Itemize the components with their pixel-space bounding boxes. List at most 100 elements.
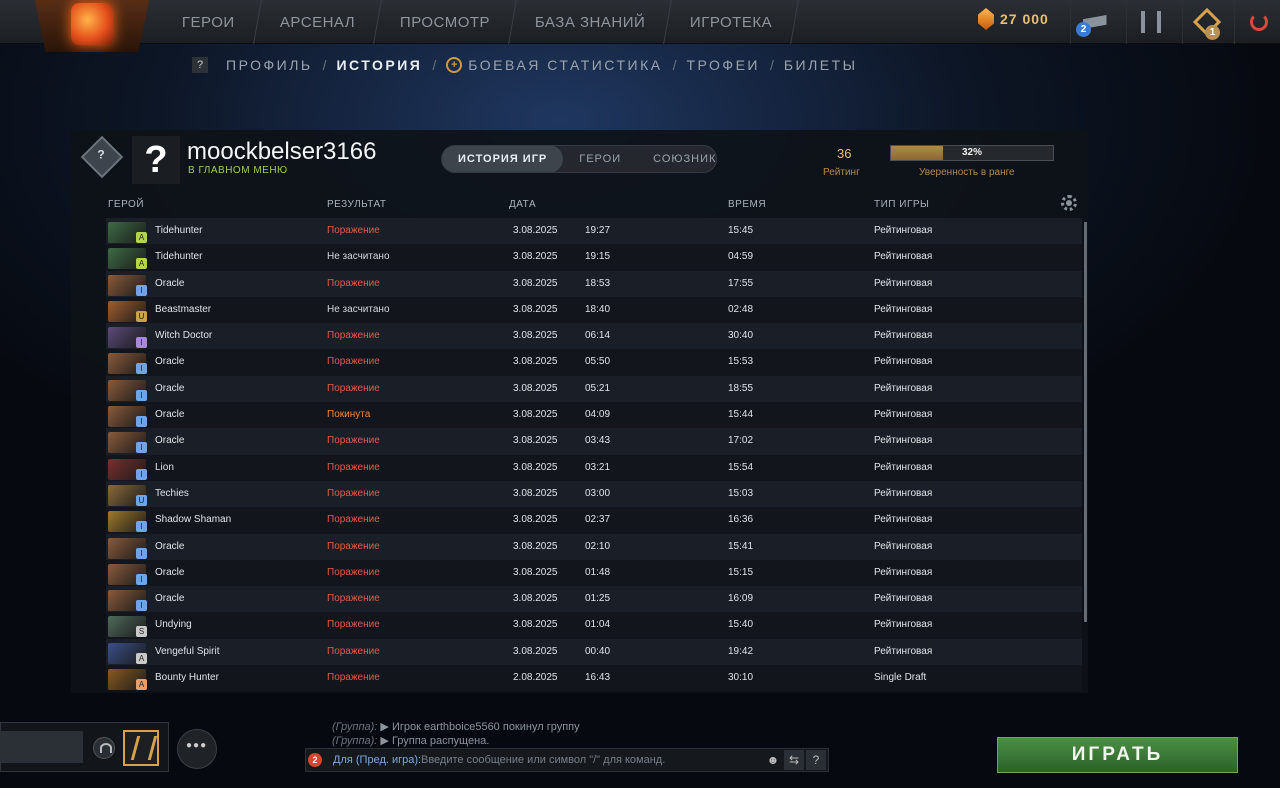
column-date[interactable]: ДАТА xyxy=(509,199,536,210)
game-type: Рейтинговая xyxy=(874,540,933,552)
match-row[interactable]: I Oracle Поражение 3.08.2025 01:48 15:15… xyxy=(106,559,1082,587)
match-duration: 15:45 xyxy=(728,225,754,236)
armory-button[interactable] xyxy=(1126,0,1174,44)
chat-channel-selector[interactable]: Для (Пред. игра): xyxy=(333,754,421,766)
emoticon-icon[interactable]: ☻ xyxy=(763,750,783,770)
match-date: 3.08.2025 xyxy=(513,277,558,289)
match-row[interactable]: I Oracle Поражение 3.08.2025 05:21 18:55… xyxy=(106,375,1082,403)
match-time: 03:00 xyxy=(585,487,611,499)
match-date: 3.08.2025 xyxy=(513,487,558,499)
chat-message-text: ▶ Группа распущена. xyxy=(380,735,490,747)
match-row[interactable]: U Techies Поражение 3.08.2025 03:00 15:0… xyxy=(106,480,1082,508)
game-type: Рейтинговая xyxy=(874,619,933,631)
tab-allies[interactable]: СОЮЗНИКИ xyxy=(637,146,716,172)
party-slot-empty[interactable] xyxy=(19,731,51,763)
match-date: 3.08.2025 xyxy=(513,461,558,473)
match-row[interactable]: I Oracle Поражение 3.08.2025 18:53 17:55… xyxy=(106,270,1082,297)
gear-icon[interactable] xyxy=(1061,195,1077,211)
hero-portrait: A xyxy=(108,248,147,270)
match-time: 18:40 xyxy=(585,303,611,315)
match-duration: 19:42 xyxy=(728,645,754,657)
match-row[interactable]: I Oracle Поражение 3.08.2025 03:43 17:02… xyxy=(106,428,1082,455)
match-row[interactable]: I Oracle Поражение 3.08.2025 01:25 16:09… xyxy=(106,586,1082,613)
nav-learn[interactable]: БАЗА ЗНАНИЙ xyxy=(509,0,673,44)
column-hero[interactable]: ГЕРОЙ xyxy=(108,199,144,210)
match-row[interactable]: I Witch Doctor Поражение 3.08.2025 06:14… xyxy=(106,323,1082,350)
power-button[interactable] xyxy=(1234,0,1280,44)
chat-help-button[interactable]: ? xyxy=(806,750,826,770)
match-duration: 02:48 xyxy=(728,303,754,315)
help-icon: ? xyxy=(192,57,208,73)
chat-share-icon[interactable]: ⇆ xyxy=(784,750,804,770)
scrollbar[interactable] xyxy=(1084,222,1087,622)
match-duration: 15:40 xyxy=(728,619,754,631)
match-row[interactable]: I Oracle Поражение 3.08.2025 05:50 15:53… xyxy=(106,349,1082,376)
match-duration: 16:36 xyxy=(728,514,754,526)
nav-watch[interactable]: ПРОСМОТР xyxy=(374,0,517,44)
column-duration[interactable]: ВРЕМЯ xyxy=(728,199,766,210)
tab-match-history[interactable]: ИСТОРИЯ ИГР xyxy=(442,146,564,172)
party-slot-empty[interactable] xyxy=(51,731,83,763)
match-row[interactable]: I Oracle Покинута 3.08.2025 04:09 15:44 … xyxy=(106,402,1082,429)
match-time: 18:53 xyxy=(585,277,611,289)
match-time: 05:21 xyxy=(585,382,611,394)
match-time: 01:04 xyxy=(585,619,611,631)
match-date: 3.08.2025 xyxy=(513,225,558,236)
column-result[interactable]: РЕЗУЛЬТАТ xyxy=(327,199,386,210)
hero-name: Techies xyxy=(155,487,189,499)
match-date: 3.08.2025 xyxy=(513,514,558,526)
nav-heroes[interactable]: ГЕРОИ xyxy=(156,0,262,44)
nav-armory[interactable]: АРСЕНАЛ xyxy=(253,0,382,44)
dota-logo[interactable] xyxy=(34,0,150,52)
currency-display[interactable]: 27 000 xyxy=(978,8,1049,30)
chat-input[interactable]: Введите сообщение или символ "/" для ком… xyxy=(421,754,665,766)
match-row[interactable]: I Shadow Shaman Поражение 3.08.2025 02:3… xyxy=(106,507,1082,534)
match-row[interactable]: A Tidehunter Поражение 3.08.2025 19:27 1… xyxy=(106,218,1082,245)
rating-label: Рейтинг xyxy=(823,167,860,178)
hero-portrait: I xyxy=(108,511,147,533)
hero-name: Oracle xyxy=(155,409,185,421)
match-date: 2.08.2025 xyxy=(513,672,558,684)
hero-name: Tidehunter xyxy=(155,251,203,263)
match-row[interactable]: A Bounty Hunter Поражение 2.08.2025 16:4… xyxy=(106,665,1082,692)
attribute-icon: A xyxy=(136,679,147,691)
match-result: Поражение xyxy=(327,435,380,447)
attribute-icon: A xyxy=(136,652,147,664)
player-rank-badge[interactable] xyxy=(123,730,159,766)
power-icon xyxy=(1249,13,1268,31)
match-row[interactable]: I Oracle Поражение 3.08.2025 02:10 15:41… xyxy=(106,533,1082,560)
play-button[interactable]: ИГРАТЬ xyxy=(997,737,1238,773)
match-row[interactable]: U Beastmaster Не засчитано 3.08.2025 18:… xyxy=(106,296,1082,324)
friends-icon[interactable] xyxy=(177,729,217,769)
match-date: 3.08.2025 xyxy=(513,251,558,263)
game-type: Рейтинговая xyxy=(874,487,933,499)
match-time: 16:43 xyxy=(585,672,611,684)
player-status: В ГЛАВНОМ МЕНЮ xyxy=(188,165,288,176)
shards-icon xyxy=(978,8,994,30)
voice-chat-icon[interactable] xyxy=(93,737,115,759)
subnav-profile[interactable]: ПРОФИЛЬ xyxy=(226,57,313,73)
subnav-separator: / xyxy=(432,57,437,73)
match-duration: 30:10 xyxy=(728,672,754,684)
match-row[interactable]: I Lion Поражение 3.08.2025 03:21 15:54 Р… xyxy=(106,454,1082,481)
subnav-stats[interactable]: БОЕВАЯ СТАТИСТИКА xyxy=(468,57,662,73)
history-tabs: ИСТОРИЯ ИГР ГЕРОИ СОЮЗНИКИ xyxy=(441,145,717,173)
notifications-button[interactable]: 2 xyxy=(1070,0,1118,44)
match-time: 06:14 xyxy=(585,330,611,342)
match-row[interactable]: A Tidehunter Не засчитано 3.08.2025 19:1… xyxy=(106,244,1082,271)
hero-name: Oracle xyxy=(155,382,185,394)
avatar[interactable]: ? xyxy=(132,136,180,184)
rank-medal-icon[interactable]: ? xyxy=(80,135,124,179)
subnav-history[interactable]: ИСТОРИЯ xyxy=(336,57,422,73)
column-game-type[interactable]: ТИП ИГРЫ xyxy=(874,199,929,210)
match-row[interactable]: S Undying Поражение 3.08.2025 01:04 15:4… xyxy=(106,612,1082,639)
rank-confidence-text: 32% xyxy=(961,147,982,158)
dota-plus-button[interactable]: 1 xyxy=(1182,0,1230,44)
nav-arcade[interactable]: ИГРОТЕКА xyxy=(664,0,800,44)
tab-heroes[interactable]: ГЕРОИ xyxy=(563,146,637,172)
game-type: Рейтинговая xyxy=(874,461,933,473)
rank-confidence-bar: 32% xyxy=(890,145,1054,161)
match-row[interactable]: A Vengeful Spirit Поражение 3.08.2025 00… xyxy=(106,638,1082,666)
subnav-tickets[interactable]: БИЛЕТЫ xyxy=(784,57,858,73)
subnav-trophies[interactable]: ТРОФЕИ xyxy=(686,57,760,73)
